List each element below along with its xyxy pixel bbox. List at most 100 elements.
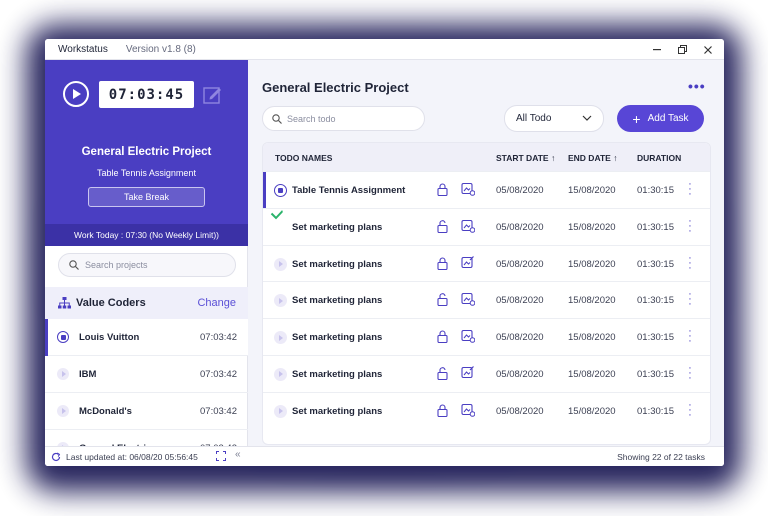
end-date: 15/08/2020 bbox=[568, 332, 616, 344]
table-row[interactable]: Set marketing plans 05/08/2020 15/08/202… bbox=[263, 391, 710, 429]
play-icon[interactable] bbox=[274, 257, 287, 271]
end-date: 15/08/2020 bbox=[568, 405, 616, 417]
timer-display: 07:03:45 bbox=[99, 81, 194, 108]
take-break-button[interactable]: Take Break bbox=[88, 187, 205, 207]
todo-name: Table Tennis Assignment bbox=[292, 185, 406, 196]
project-item[interactable]: Louis Vuitton 07:03:42 bbox=[45, 319, 248, 356]
search-todo-placeholder: Search todo bbox=[287, 113, 336, 124]
image-doc-icon[interactable] bbox=[461, 219, 475, 233]
table-header: TODO NAMES START DATE ↑ END DATE ↑ DURAT… bbox=[263, 143, 710, 171]
start-date: 05/08/2020 bbox=[496, 185, 544, 196]
play-icon[interactable] bbox=[274, 294, 287, 308]
unlock-icon[interactable] bbox=[437, 220, 448, 233]
row-menu-icon[interactable]: · · · bbox=[687, 215, 693, 236]
todo-name: Set marketing plans bbox=[292, 332, 383, 344]
plus-icon: + bbox=[632, 110, 641, 127]
org-hierarchy-icon bbox=[58, 297, 71, 309]
todo-filter-select[interactable]: All Todo bbox=[504, 105, 604, 132]
collapse-panel-icon[interactable]: « bbox=[235, 449, 241, 460]
project-name: Louis Vuitton bbox=[79, 331, 140, 343]
col-start-date[interactable]: START DATE ↑ bbox=[496, 153, 555, 163]
organization-name: Value Coders bbox=[76, 297, 146, 309]
table-row[interactable]: Set marketing plans 05/08/2020 15/08/202… bbox=[263, 281, 710, 318]
project-time: 07:03:42 bbox=[200, 368, 237, 380]
row-menu-icon[interactable]: · · · bbox=[687, 399, 693, 420]
end-date: 15/08/2020 bbox=[568, 368, 616, 380]
start-date: 05/08/2020 bbox=[496, 221, 544, 233]
col-start-date-label: START DATE bbox=[496, 153, 549, 163]
check-icon[interactable] bbox=[270, 207, 283, 220]
lock-icon[interactable] bbox=[437, 330, 448, 344]
lock-icon[interactable] bbox=[437, 183, 448, 196]
search-icon bbox=[272, 113, 282, 124]
edit-note-icon[interactable] bbox=[202, 84, 224, 106]
sync-status-bar: Last updated at: 06/08/20 05:56:45 « bbox=[45, 446, 248, 466]
close-icon[interactable] bbox=[696, 39, 720, 60]
row-menu-icon[interactable]: · · · bbox=[687, 289, 693, 310]
table-row[interactable]: Set marketing plans 05/08/2020 15/08/202… bbox=[263, 207, 710, 245]
start-date: 05/08/2020 bbox=[496, 258, 544, 270]
start-date: 05/08/2020 bbox=[496, 405, 544, 417]
row-menu-icon[interactable]: · · · bbox=[687, 326, 693, 347]
app-window: Workstatus Version v1.8 (8) 07:03:45 Gen… bbox=[45, 39, 724, 466]
unlock-icon[interactable] bbox=[437, 293, 448, 307]
play-button[interactable] bbox=[63, 81, 89, 107]
more-options-icon[interactable]: ••• bbox=[688, 78, 706, 94]
refresh-icon[interactable] bbox=[51, 452, 61, 462]
play-icon[interactable] bbox=[274, 404, 287, 418]
change-org-link[interactable]: Change bbox=[197, 297, 236, 309]
col-duration: DURATION bbox=[637, 153, 682, 163]
todo-name: Set marketing plans bbox=[292, 405, 383, 417]
title-bar: Workstatus Version v1.8 (8) bbox=[45, 39, 724, 60]
maximize-icon[interactable] bbox=[670, 39, 694, 60]
last-updated-text: Last updated at: 06/08/20 05:56:45 bbox=[66, 451, 198, 462]
play-icon[interactable] bbox=[274, 331, 287, 345]
image-edit-icon[interactable] bbox=[461, 366, 475, 380]
search-todo-input[interactable]: Search todo bbox=[262, 106, 425, 131]
add-task-label: Add Task bbox=[647, 113, 689, 124]
duration: 01:30:15 bbox=[637, 185, 674, 196]
project-name: McDonald's bbox=[79, 405, 132, 417]
todo-panel-title: General Electric Project bbox=[262, 80, 409, 95]
end-date: 15/08/2020 bbox=[568, 295, 616, 307]
minimize-icon[interactable] bbox=[645, 39, 669, 60]
projects-panel: 07:03:45 General Electric Project Table … bbox=[45, 60, 248, 466]
lock-icon[interactable] bbox=[437, 404, 448, 417]
app-name: Workstatus bbox=[58, 43, 108, 55]
play-icon[interactable] bbox=[57, 368, 69, 380]
stop-icon[interactable] bbox=[274, 184, 287, 197]
project-time: 07:03:42 bbox=[200, 405, 237, 417]
image-doc-icon[interactable] bbox=[461, 329, 475, 343]
project-time: 07:03:42 bbox=[200, 331, 237, 343]
stop-icon[interactable] bbox=[57, 331, 69, 343]
table-row[interactable]: Set marketing plans 05/08/2020 15/08/202… bbox=[263, 318, 710, 355]
image-doc-icon[interactable] bbox=[461, 182, 475, 196]
todo-name: Set marketing plans bbox=[292, 368, 383, 380]
play-icon[interactable] bbox=[274, 367, 287, 381]
play-icon bbox=[73, 89, 81, 99]
project-item[interactable]: McDonald's 07:03:42 bbox=[45, 393, 248, 430]
play-icon[interactable] bbox=[57, 405, 69, 417]
todo-filter-value: All Todo bbox=[516, 113, 552, 124]
table-row[interactable]: Set marketing plans 05/08/2020 15/08/202… bbox=[263, 244, 710, 282]
task-count-bar: Showing 22 of 22 tasks bbox=[248, 446, 724, 466]
col-end-date[interactable]: END DATE ↑ bbox=[568, 153, 617, 163]
search-projects-input[interactable]: Search projects bbox=[58, 253, 236, 277]
todo-name: Set marketing plans bbox=[292, 295, 383, 307]
image-doc-icon[interactable] bbox=[461, 292, 475, 307]
image-edit-icon[interactable] bbox=[461, 255, 475, 270]
unlock-icon[interactable] bbox=[437, 367, 448, 380]
image-doc-icon[interactable] bbox=[461, 403, 475, 417]
row-menu-icon[interactable]: · · · bbox=[687, 179, 693, 200]
task-count-text: Showing 22 of 22 tasks bbox=[617, 452, 705, 462]
add-task-button[interactable]: + Add Task bbox=[617, 105, 704, 132]
expand-icon[interactable] bbox=[216, 451, 226, 461]
lock-icon[interactable] bbox=[437, 257, 448, 270]
row-menu-icon[interactable]: · · · bbox=[687, 362, 693, 383]
row-menu-icon[interactable]: · · · bbox=[687, 252, 693, 273]
project-item[interactable]: IBM 07:03:42 bbox=[45, 356, 248, 393]
todo-name: Set marketing plans bbox=[292, 258, 383, 270]
table-row[interactable]: Set marketing plans 05/08/2020 15/08/202… bbox=[263, 354, 710, 392]
end-date: 15/08/2020 bbox=[568, 221, 616, 233]
table-row[interactable]: Table Tennis Assignment 05/08/2020 15/08… bbox=[263, 171, 710, 208]
